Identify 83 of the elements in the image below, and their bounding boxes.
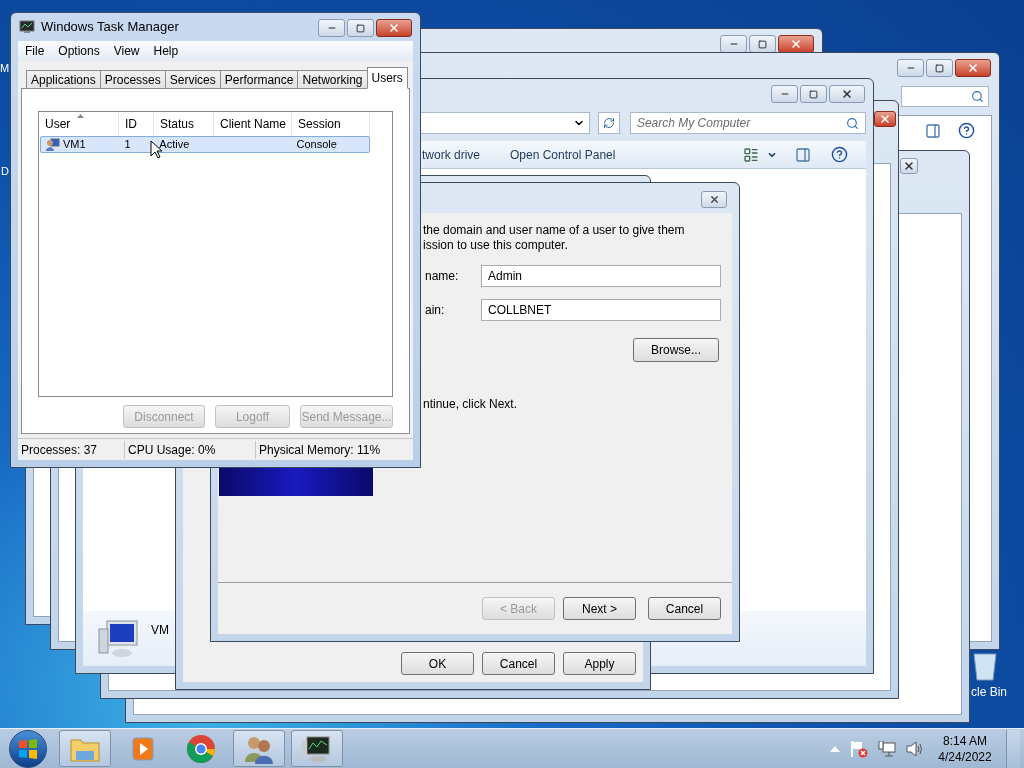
close-icon — [790, 38, 802, 50]
close-icon — [879, 113, 891, 125]
close-button[interactable] — [874, 111, 896, 127]
maximize-icon — [935, 63, 944, 73]
menu-item[interactable]: Options — [58, 42, 100, 60]
input-field[interactable]: COLLBNET — [481, 299, 721, 321]
hint-text: ntinue, click Next. — [422, 396, 519, 413]
network-icon — [878, 740, 896, 757]
refresh-icon — [603, 117, 616, 129]
refresh-button[interactable] — [598, 112, 620, 134]
close-button[interactable] — [900, 158, 918, 174]
menu-item[interactable]: File — [25, 42, 45, 60]
search-icon — [971, 90, 984, 103]
table-row[interactable]: VM1 1 Active Console — [40, 136, 370, 153]
dialog-button[interactable]: OK — [401, 652, 474, 675]
table-cell-text: 1 — [124, 137, 131, 153]
close-icon — [708, 194, 720, 205]
start-button[interactable] — [9, 729, 47, 768]
maximize-icon — [758, 39, 767, 49]
close-button[interactable] — [778, 35, 814, 53]
desktop-icon-label[interactable]: M — [0, 60, 10, 77]
table-cell-text: Active — [159, 137, 190, 153]
tab[interactable]: Users — [366, 67, 408, 89]
menu-item[interactable]: View — [113, 42, 140, 60]
maximize-icon — [356, 23, 365, 33]
toolbar-item[interactable]: Open Control Panel — [510, 145, 616, 164]
desktop-icon-label[interactable]: D — [1, 163, 9, 180]
input-field[interactable]: Admin — [481, 265, 721, 287]
windows-logo-icon — [18, 738, 38, 759]
volume-icon — [906, 740, 924, 757]
status-text: Physical Memory: 11% — [258, 441, 381, 459]
minimize-button[interactable] — [720, 35, 747, 53]
sort-arrow-icon — [77, 114, 84, 118]
search-field[interactable] — [901, 86, 989, 107]
maximize-button[interactable] — [926, 59, 953, 77]
instruction-text: the domain and user name of a user to give them — [423, 223, 686, 238]
browse-button[interactable]: Browse... — [633, 338, 719, 362]
status-text: Processes: 37 — [18, 440, 125, 459]
maximize-icon — [809, 89, 818, 99]
computer-name: VM — [151, 622, 169, 639]
clock[interactable]: 8:14 AM 4/24/2022 — [934, 732, 996, 765]
help-icon — [958, 122, 975, 139]
close-icon — [903, 160, 915, 172]
flag-error-icon — [850, 739, 868, 758]
desktop-icon-label[interactable]: cle Bin — [971, 683, 1008, 701]
status-text: CPU Usage: 0% — [125, 440, 256, 459]
maximize-button[interactable] — [347, 19, 374, 37]
table-cell-text: Console — [296, 137, 337, 153]
taskbar-app-button[interactable] — [291, 730, 343, 767]
help-icon — [831, 146, 849, 163]
preview-pane-icon — [795, 146, 812, 163]
computer-icon — [97, 619, 141, 659]
show-desktop-button[interactable] — [1006, 729, 1020, 768]
wizard-button[interactable]: Next > — [563, 597, 636, 620]
task-manager-icon — [301, 734, 333, 763]
dialog-button[interactable]: Apply — [563, 652, 636, 675]
search-icon — [846, 116, 859, 130]
close-icon — [967, 62, 979, 74]
view-options-icon — [743, 146, 760, 163]
media-player-icon — [130, 735, 156, 762]
field-label: name: — [425, 268, 460, 285]
task-manager-icon — [19, 20, 35, 34]
tab[interactable]: Applications — [26, 70, 101, 89]
show-hidden-icons-icon — [830, 745, 840, 752]
maximize-button[interactable] — [800, 85, 827, 103]
field-label: ain: — [425, 302, 446, 319]
search-field[interactable]: Search My Computer — [629, 112, 866, 134]
window-title: Windows Task Manager — [41, 18, 179, 37]
close-button[interactable] — [955, 59, 991, 77]
dialog-button[interactable]: Cancel — [482, 652, 555, 675]
toolbar-item[interactable]: twork drive — [422, 145, 480, 164]
maximize-button[interactable] — [749, 35, 776, 53]
table-cell-text: VM1 — [63, 137, 86, 153]
close-button[interactable] — [376, 19, 412, 37]
chrome-icon — [186, 733, 216, 764]
close-button[interactable] — [701, 191, 727, 208]
preview-pane-icon — [925, 123, 941, 139]
wizard-button[interactable]: Cancel — [648, 597, 721, 620]
user-icon — [46, 138, 60, 151]
menu-item[interactable]: Help — [153, 42, 179, 60]
instruction-text: ission to use this computer. — [423, 238, 569, 253]
close-icon — [841, 88, 853, 100]
close-icon — [388, 22, 400, 34]
